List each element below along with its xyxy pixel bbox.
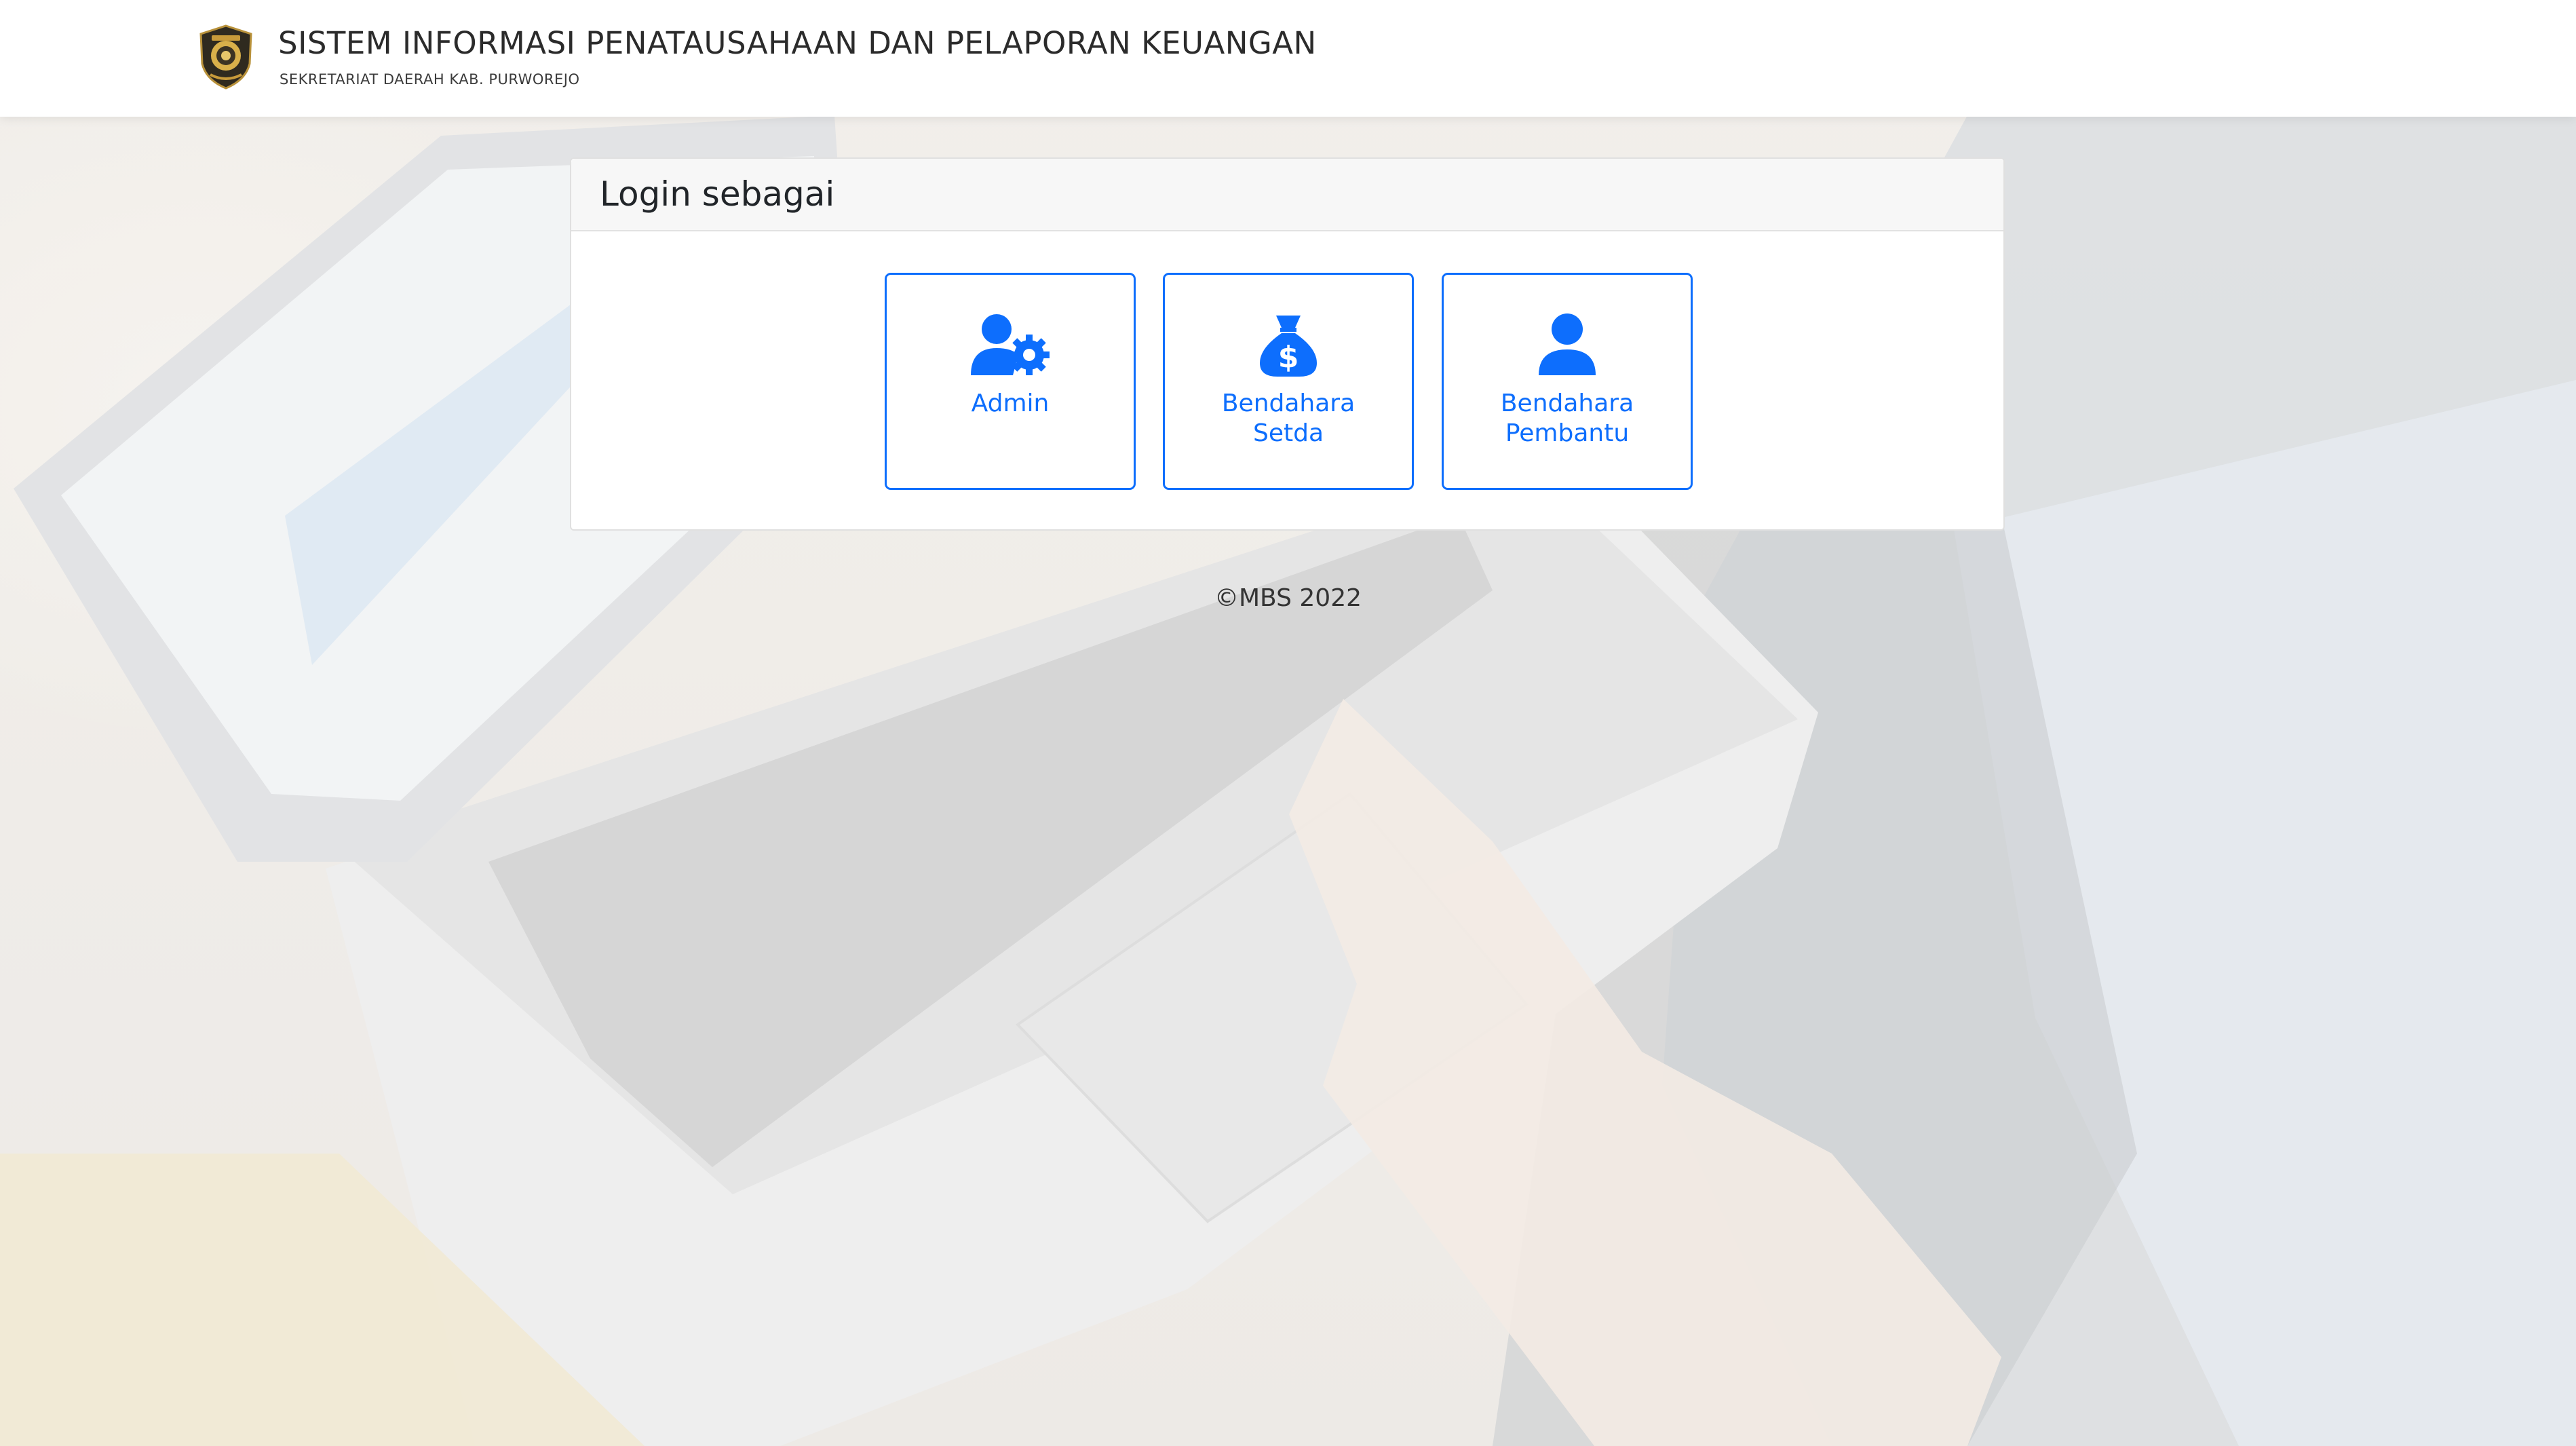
login-card-header: Login sebagai bbox=[571, 159, 2003, 231]
admin-login-button[interactable]: Admin bbox=[885, 273, 1136, 490]
bendahara-pembantu-login-button[interactable]: Bendahara Pembantu bbox=[1442, 273, 1693, 490]
login-card-title: Login sebagai bbox=[600, 174, 835, 214]
admin-label: Admin bbox=[971, 389, 1050, 417]
bendahara-pembantu-label: Bendahara Pembantu bbox=[1500, 389, 1634, 447]
user-gear-icon bbox=[971, 314, 1050, 375]
app-title: SISTEM INFORMASI PENATAUSAHAAN DAN PELAP… bbox=[278, 25, 1317, 61]
user-icon bbox=[1539, 313, 1596, 375]
top-header: SISTEM INFORMASI PENATAUSAHAAN DAN PELAP… bbox=[0, 0, 2576, 117]
copyright-footer: ©MBS 2022 bbox=[1214, 584, 1362, 612]
login-card: Login sebagai Admin $ Bendahara Setda Be… bbox=[570, 157, 2005, 531]
bendahara-setda-login-button[interactable]: $ Bendahara Setda bbox=[1163, 273, 1414, 490]
svg-text:$: $ bbox=[1278, 340, 1299, 375]
app-subtitle: SEKRETARIAT DAERAH KAB. PURWOREJO bbox=[280, 71, 580, 88]
money-bag-icon: $ bbox=[1260, 316, 1317, 377]
regency-emblem-icon bbox=[199, 24, 252, 90]
bendahara-setda-label: Bendahara Setda bbox=[1221, 389, 1356, 447]
